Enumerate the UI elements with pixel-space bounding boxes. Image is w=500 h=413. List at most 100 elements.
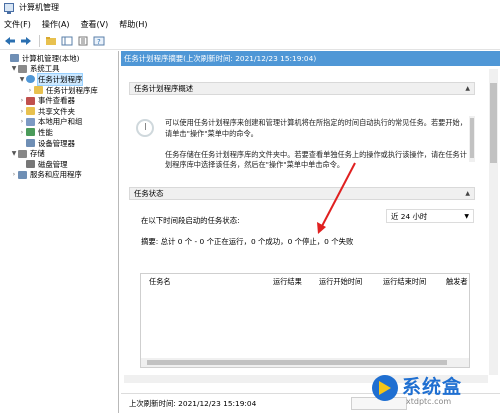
users-icon — [26, 117, 35, 126]
back-arrow-icon — [5, 37, 15, 45]
tree-item-label: 任务计划程序库 — [46, 85, 98, 95]
summary-header: 任务计划程序摘要(上次刷新时间: 2021/12/23 15:19:04) — [121, 51, 500, 66]
folder-icon — [34, 86, 43, 95]
tree-item[interactable]: ▼ 系统工具 — [0, 64, 118, 75]
status-section-header[interactable]: 任务状态 ▲ — [129, 187, 475, 200]
collapse-arrow-icon[interactable]: ▲ — [465, 190, 470, 197]
main-vertical-scrollbar[interactable] — [489, 69, 498, 375]
tree-item[interactable]: › 任务计划程序库 — [0, 85, 118, 96]
tree-item-label: 性能 — [38, 127, 53, 137]
tree-item[interactable]: ▼ 存储 — [0, 148, 118, 159]
clock-icon — [136, 119, 154, 137]
tree-item[interactable]: › 共享文件夹 — [0, 106, 118, 117]
overview-section-title: 任务计划程序概述 — [134, 84, 194, 93]
summary-content: 任务计划程序概述 ▲ 可以使用任务计划程序来创建和管理计算机将在所指定的时间自动… — [124, 69, 488, 375]
tree-item-label: 设备管理器 — [38, 138, 75, 148]
overview-section-header[interactable]: 任务计划程序概述 ▲ — [129, 82, 475, 95]
shared-folder-icon — [26, 107, 35, 116]
help-icon: ? — [93, 36, 105, 46]
status-period-label: 在以下时间段启动的任务状态: — [141, 216, 240, 225]
menu-bar: 文件(F) 操作(A) 查看(V) 帮助(H) — [0, 17, 500, 31]
chevron-down-icon[interactable]: ▼ — [18, 76, 26, 83]
status-section-title: 任务状态 — [134, 189, 164, 198]
menu-file[interactable]: 文件(F) — [4, 19, 31, 30]
title-bar: 计算机管理 — [0, 0, 500, 15]
menu-help[interactable]: 帮助(H) — [119, 19, 147, 30]
toolbar: ? — [0, 33, 500, 50]
window-title: 计算机管理 — [19, 3, 59, 12]
chevron-right-icon[interactable]: › — [26, 87, 34, 94]
tree-item-label: 本地用户和组 — [38, 117, 83, 127]
disk-icon — [26, 160, 35, 169]
tree-item-label: 磁盘管理 — [38, 159, 68, 169]
properties-icon — [78, 36, 88, 46]
scroll-thumb[interactable] — [490, 83, 497, 163]
overview-paragraph-2: 任务存储在任务计划程序库的文件夹中。若要查看单独任务上的操作或执行该操作，请在任… — [165, 149, 467, 170]
chevron-right-icon[interactable]: › — [18, 97, 26, 104]
up-folder-button[interactable] — [44, 35, 58, 48]
overview-scrollbar[interactable] — [469, 116, 475, 162]
overview-paragraph-1: 可以使用任务计划程序来创建和管理计算机将在所指定的时间自动执行的常见任务。若要开… — [165, 118, 467, 138]
device-manager-icon — [26, 139, 35, 148]
watermark-title: 系统盒 — [402, 376, 463, 398]
tree-item-label: 事件查看器 — [38, 96, 75, 106]
tree-item-label: 任务计划程序 — [36, 72, 84, 86]
watermark-url: xtdptc.com — [406, 397, 452, 406]
tree-item[interactable]: › 服务和应用程序 — [0, 170, 118, 181]
chevron-right-icon[interactable]: › — [18, 129, 26, 136]
tree-item-label: 服务和应用程序 — [30, 170, 82, 180]
tree-item[interactable]: ▼ 任务计划程序 — [0, 72, 118, 86]
folder-up-icon — [46, 37, 56, 45]
computer-management-icon — [4, 3, 14, 14]
watermark-logo-icon — [372, 375, 398, 401]
console-tree-button[interactable] — [60, 35, 74, 48]
tree-item[interactable]: 设备管理器 — [0, 138, 118, 149]
column-task-name[interactable]: 任务名 — [149, 277, 171, 287]
tree-item[interactable]: › 性能 — [0, 127, 118, 138]
overview-text: 可以使用任务计划程序来创建和管理计算机将在所指定的时间自动执行的常见任务。若要开… — [165, 118, 468, 181]
back-button[interactable] — [3, 35, 17, 48]
scroll-thumb[interactable] — [470, 118, 474, 158]
tree-item-label: 共享文件夹 — [38, 106, 75, 116]
tools-icon — [18, 64, 27, 73]
console-tree-icon — [61, 36, 73, 46]
task-status-table: 任务名 运行结果 运行开始时间 运行结束时间 触发者 — [140, 273, 470, 368]
clock-icon — [26, 75, 35, 84]
last-refresh-text: 上次刷新时间: 2021/12/23 15:19:04 — [129, 399, 257, 408]
storage-icon — [18, 149, 27, 158]
collapse-arrow-icon[interactable]: ▲ — [465, 85, 470, 92]
tree-item[interactable]: 磁盘管理 — [0, 159, 118, 170]
time-period-value: 近 24 小时 — [391, 211, 428, 221]
task-summary: 摘要: 总计 0 个 - 0 个正在运行，0 个成功，0 个停止，0 个失败 — [141, 237, 354, 246]
time-period-select[interactable]: 近 24 小时 ▼ — [386, 209, 474, 223]
toolbar-separator — [39, 35, 40, 47]
column-run-end[interactable]: 运行结束时间 — [383, 277, 426, 287]
chevron-down-icon[interactable]: ▼ — [10, 65, 18, 72]
table-header-row: 任务名 运行结果 运行开始时间 运行结束时间 触发者 — [141, 274, 469, 288]
chevron-right-icon[interactable]: › — [18, 108, 26, 115]
tree-item[interactable]: › 本地用户和组 — [0, 117, 118, 128]
services-icon — [18, 170, 27, 179]
site-watermark: 系统盒 xtdptc.com — [370, 368, 500, 413]
help-button[interactable]: ? — [92, 35, 106, 48]
column-triggered-by[interactable]: 触发者 — [446, 277, 468, 287]
chevron-down-icon[interactable]: ▼ — [10, 150, 18, 157]
properties-button[interactable] — [76, 35, 90, 48]
chevron-right-icon[interactable]: › — [18, 118, 26, 125]
performance-icon — [26, 128, 35, 137]
column-run-result[interactable]: 运行结果 — [273, 277, 302, 287]
event-viewer-icon — [26, 96, 35, 105]
table-horizontal-scrollbar[interactable] — [141, 358, 469, 367]
forward-arrow-icon — [21, 37, 31, 45]
tree-item[interactable]: › 事件查看器 — [0, 95, 118, 106]
tree-item-label: 计算机管理(本地) — [22, 53, 80, 63]
tree-item[interactable]: 计算机管理(本地) — [0, 53, 118, 64]
menu-action[interactable]: 操作(A) — [42, 19, 70, 30]
menu-view[interactable]: 查看(V) — [81, 19, 109, 30]
chevron-right-icon[interactable]: › — [10, 171, 18, 178]
column-run-start[interactable]: 运行开始时间 — [319, 277, 362, 287]
chevron-down-icon: ▼ — [464, 213, 469, 220]
scroll-thumb[interactable] — [147, 360, 447, 365]
svg-text:?: ? — [97, 38, 101, 46]
forward-button[interactable] — [19, 35, 33, 48]
